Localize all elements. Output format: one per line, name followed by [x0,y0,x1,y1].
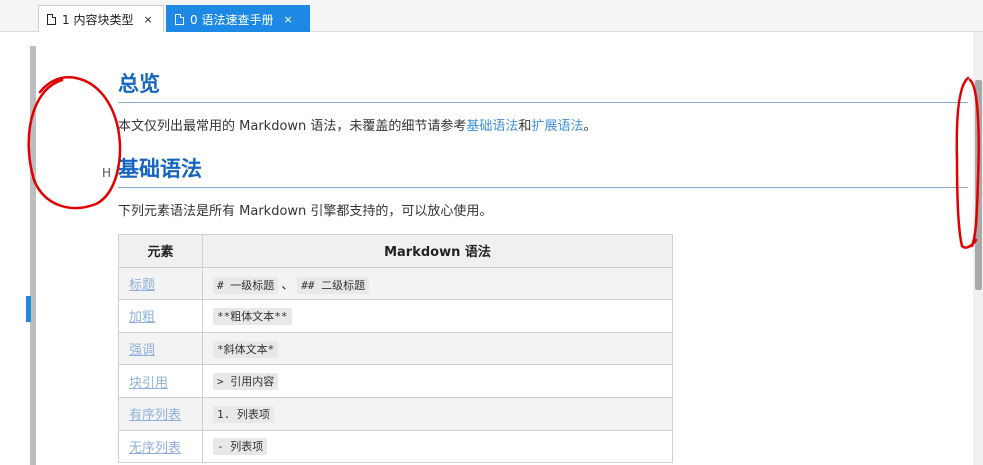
element-link[interactable]: 块引用 [118,364,203,398]
table-row: 加粗 **粗体文本** [118,299,673,333]
code-snippet: ## 二级标题 [297,276,370,294]
table-row: 块引用 > 引用内容 [118,364,673,398]
element-link[interactable]: 有序列表 [118,396,203,431]
syntax-table: 元素 Markdown 语法 标题 # 一级标题、 ## 二级标题 加粗 **粗体… [118,234,673,464]
left-gutter-bar [30,46,36,465]
code-snippet: *斜体文本* [213,340,279,358]
table-row: 无序列表 - 列表项 [118,429,673,464]
link-basic-syntax[interactable]: 基础语法 [466,119,518,134]
heading-overview: 总览 [118,70,968,103]
basic-intro-paragraph: 下列元素语法是所有 Markdown 引擎都支持的，可以放心使用。 [118,204,493,219]
element-link[interactable]: 加粗 [118,299,203,333]
scrollbar-thumb[interactable] [975,80,982,290]
heading-marker[interactable]: H [102,166,111,180]
code-snippet: # 一级标题 [213,276,279,294]
table-header-row: 元素 Markdown 语法 [118,234,673,268]
code-snippet: - 列表项 [213,438,268,456]
separator: 、 [281,277,295,293]
syntax-cell: 1. 列表项 [202,396,673,431]
syntax-cell: **粗体文本** [202,299,673,333]
syntax-cell: # 一级标题、 ## 二级标题 [202,266,673,301]
tab-content-block-types[interactable]: 1 内容块类型 × [38,5,164,32]
document-icon [47,13,56,25]
overview-text-and: 和 [518,119,532,134]
close-icon[interactable]: × [143,13,152,26]
close-icon[interactable]: × [283,13,292,26]
table-row: 标题 # 一级标题、 ## 二级标题 [118,266,673,301]
code-snippet: 1. 列表项 [213,405,274,423]
link-extended-syntax[interactable]: 扩展语法 [531,119,583,134]
document-body: 总览 本文仅列出最常用的 Markdown 语法，未覆盖的细节请参考基础语法和扩… [118,70,968,464]
syntax-cell: *斜体文本* [202,331,673,366]
tab-bar: 1 内容块类型 × 0 语法速查手册 × [0,0,983,32]
active-line-indicator [26,296,31,322]
tab-syntax-cheatsheet[interactable]: 0 语法速查手册 × [166,5,310,32]
heading-basic-syntax: 基础语法 [118,155,968,188]
code-snippet: **粗体文本** [213,307,292,325]
table-row: 有序列表 1. 列表项 [118,396,673,431]
annotation-circle-left [27,76,122,210]
column-header-syntax: Markdown 语法 [202,234,673,268]
code-snippet: > 引用内容 [213,373,279,391]
overview-text: 本文仅列出最常用的 Markdown 语法，未覆盖的细节请参考 [118,119,467,134]
document-icon [175,13,184,25]
element-link[interactable]: 无序列表 [118,429,203,464]
column-header-element: 元素 [118,234,203,268]
tab-label: 0 语法速查手册 [190,12,274,27]
element-link[interactable]: 标题 [118,266,203,301]
overview-text-end: 。 [583,119,597,134]
overview-paragraph: 本文仅列出最常用的 Markdown 语法，未覆盖的细节请参考基础语法和扩展语法… [118,117,968,137]
tab-label: 1 内容块类型 [62,12,134,27]
table-row: 强调 *斜体文本* [118,331,673,366]
element-link[interactable]: 强调 [118,331,203,366]
syntax-cell: - 列表项 [202,429,673,464]
syntax-cell: > 引用内容 [202,364,673,398]
